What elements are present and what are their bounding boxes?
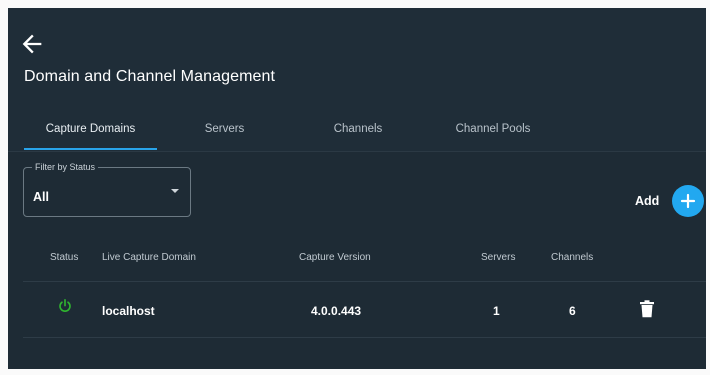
add-label: Add [635,194,660,208]
tab-servers[interactable]: Servers [183,113,266,151]
column-header-channels: Channels [551,252,594,263]
active-tab-indicator [24,148,157,150]
app-window: Domain and Channel Management Capture Do… [8,8,706,369]
delete-button[interactable] [639,300,655,318]
page-header: Domain and Channel Management Capture Do… [8,8,706,151]
column-header-version: Capture Version [299,252,371,263]
add-button[interactable] [672,185,704,217]
column-header-servers: Servers [481,252,516,263]
tab-capture-domains[interactable]: Capture Domains [24,113,157,151]
channels-count: 6 [569,304,576,318]
tab-bar: Capture Domains Servers Channels Channel… [8,113,706,151]
servers-count: 1 [493,304,500,318]
status-filter-select[interactable]: Filter by Status All [23,161,191,217]
dropdown-arrow-icon [171,189,179,193]
page-title: Domain and Channel Management [24,68,276,85]
back-button[interactable] [18,30,46,58]
trash-icon [640,300,654,318]
tab-channel-pools[interactable]: Channel Pools [438,113,548,151]
domain-name[interactable]: localhost [102,304,155,318]
filter-label: Filter by Status [32,161,99,173]
filter-value: All [33,190,49,204]
power-icon [59,299,71,312]
arrow-left-icon [22,34,42,54]
header-divider [8,151,706,152]
column-header-domain: Live Capture Domain [102,252,196,263]
capture-version: 4.0.0.443 [311,304,362,318]
tab-channels[interactable]: Channels [313,113,403,151]
table-divider [23,281,706,282]
table-divider [23,337,706,338]
plus-icon [680,193,696,209]
column-header-status: Status [50,252,79,263]
